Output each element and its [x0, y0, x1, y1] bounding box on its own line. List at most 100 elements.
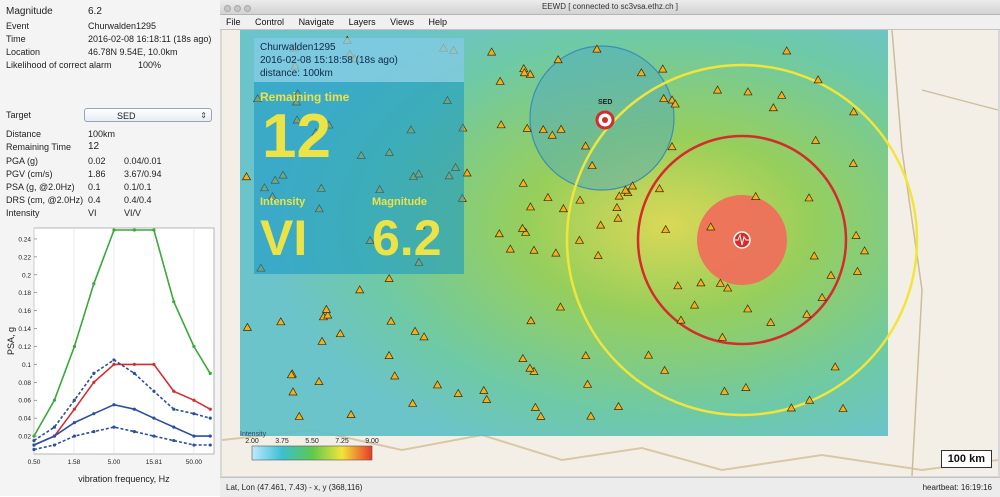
overlay-event-name: Churwalden1295 — [260, 42, 336, 53]
intensity-range: VI/V — [124, 208, 142, 218]
psa-data-point — [72, 344, 76, 349]
psa-data-point — [92, 430, 96, 434]
y-tick-label: 0.24 — [18, 236, 31, 243]
pgv-range: 3.67/0.94 — [124, 169, 162, 179]
psa-data-point — [192, 344, 196, 349]
psa-data-point — [172, 389, 176, 393]
magnitude-label: Magnitude — [6, 6, 53, 17]
plot-area — [33, 227, 215, 455]
x-tick-label: 0.50 — [28, 459, 41, 466]
psa-data-point — [112, 403, 116, 407]
close-window-button[interactable] — [224, 5, 231, 12]
psa-data-point — [152, 416, 156, 420]
y-tick-label: 0.22 — [18, 254, 31, 261]
psa-data-point — [172, 407, 176, 411]
psa-data-point — [112, 425, 116, 429]
legend-color-bar — [251, 445, 373, 461]
y-tick-label: 0.14 — [18, 326, 31, 333]
zoom-window-button[interactable] — [244, 5, 251, 12]
distance-label: Distance — [6, 129, 42, 139]
x-axis-label: vibration frequency, Hz — [78, 474, 170, 484]
y-axis-label: PSA, g — [6, 327, 16, 355]
x-tick-label: 5.00 — [108, 459, 121, 466]
menu-control[interactable]: Control — [255, 15, 284, 29]
psa-data-point — [92, 282, 96, 286]
menu-help[interactable]: Help — [429, 15, 448, 29]
psa-data-point — [172, 425, 176, 429]
eewd-window: EEWD [ connected to sc3vsa.ethz.ch ] Fil… — [220, 0, 1000, 497]
psa-spectrum-chart: 0.02 0.04 0.06 0.08 0.1 0.12 0.14 0.16 0.18 0.2 0.… — [6, 227, 215, 484]
psa-data-point — [152, 362, 156, 366]
magnitude-value: 6.2 — [372, 210, 442, 266]
psa-data-point — [192, 434, 196, 438]
target-select-value: SED — [117, 111, 136, 121]
psa-data-point — [132, 407, 136, 411]
psa-data-point — [32, 447, 36, 452]
drs-label: DRS (cm, @2.0Hz) — [6, 195, 84, 205]
psa-data-point — [172, 438, 176, 443]
psa-data-point — [152, 228, 156, 232]
intensity-value: VI — [260, 210, 308, 266]
psa-data-point — [32, 443, 36, 447]
menu-layers[interactable]: Layers — [349, 15, 376, 29]
psa-data-point — [132, 371, 136, 375]
legend-title: Intensity — [240, 431, 267, 438]
psa-data-point — [112, 362, 116, 366]
psa-data-point — [52, 398, 57, 402]
drs-value: 0.4 — [88, 195, 101, 205]
menu-file[interactable]: File — [226, 15, 241, 29]
target-sed-marker-center — [602, 117, 608, 123]
psa-data-point — [172, 300, 176, 304]
psa-value: 0.1 — [88, 182, 101, 192]
menu-navigate[interactable]: Navigate — [299, 15, 335, 29]
location-label: Location — [6, 47, 41, 57]
window-title: EEWD [ connected to sc3vsa.ethz.ch ] — [541, 2, 679, 11]
y-tick-label: 0.12 — [18, 344, 31, 351]
y-tick-label: 0.04 — [18, 416, 31, 423]
target-select[interactable]: SED ⇕ — [84, 108, 212, 122]
legend-tick: 7.25 — [335, 438, 349, 445]
psa-data-point — [132, 430, 136, 434]
psa-data-point — [112, 358, 116, 362]
psa-data-point — [208, 407, 212, 411]
y-tick-label: 0.1 — [22, 362, 31, 369]
psa-data-point — [72, 434, 76, 438]
intensity-legend: Intensity 2.00 3.75 5.50 7.25 9.00 — [240, 431, 379, 461]
psa-data-point — [208, 434, 212, 438]
psa-data-point — [192, 412, 196, 416]
psa-data-point — [152, 389, 156, 393]
pgv-label: PGV (cm/s) — [6, 169, 53, 179]
x-tick-label: 1.58 — [68, 459, 81, 466]
map-view[interactable]: SED Churwalden1295 2016-02-08 15:18:58 (… — [222, 30, 998, 476]
event-overlay-card: Churwalden1295 2016-02-08 15:18:58 (18s … — [254, 38, 464, 274]
psa-data-point — [52, 425, 57, 429]
psa-data-point — [192, 398, 196, 402]
chevron-updown-icon: ⇕ — [200, 111, 207, 120]
y-tick-label: 0.18 — [18, 290, 31, 297]
psa-data-point — [152, 434, 156, 438]
menu-views[interactable]: Views — [390, 15, 414, 29]
remaining-time-value: 12 — [262, 102, 331, 171]
intensity-label: Intensity — [260, 196, 306, 208]
psa-data-point — [92, 412, 96, 416]
remaining-time-value: 12 — [88, 141, 100, 152]
legend-tick: 9.00 — [365, 438, 379, 445]
pga-label: PGA (g) — [6, 156, 39, 166]
time-label: Time — [6, 34, 26, 44]
drs-range: 0.4/0.4 — [124, 195, 152, 205]
intensity-label: Intensity — [6, 208, 40, 218]
event-info-panel: Magnitude 6.2 Event Churwalden1295 Time … — [0, 0, 221, 496]
heartbeat-status: heartbeat: 16:19:16 — [922, 483, 992, 492]
minimize-window-button[interactable] — [234, 5, 241, 12]
psa-data-point — [32, 438, 36, 443]
likelihood-value: 100% — [138, 60, 162, 70]
intensity-value: VI — [88, 208, 97, 218]
y-tick-label: 0.16 — [18, 308, 31, 315]
overlay-distance: distance: 100km — [260, 68, 333, 79]
likelihood-label: Likelihood of correct alarm — [6, 60, 112, 70]
legend-tick: 2.00 — [245, 438, 259, 445]
y-tick-label: 0.02 — [18, 434, 31, 441]
overlay-event-time: 2016-02-08 15:18:58 (18s ago) — [260, 55, 398, 66]
y-tick-label: 0.06 — [18, 398, 31, 405]
psa-data-point — [32, 434, 36, 438]
